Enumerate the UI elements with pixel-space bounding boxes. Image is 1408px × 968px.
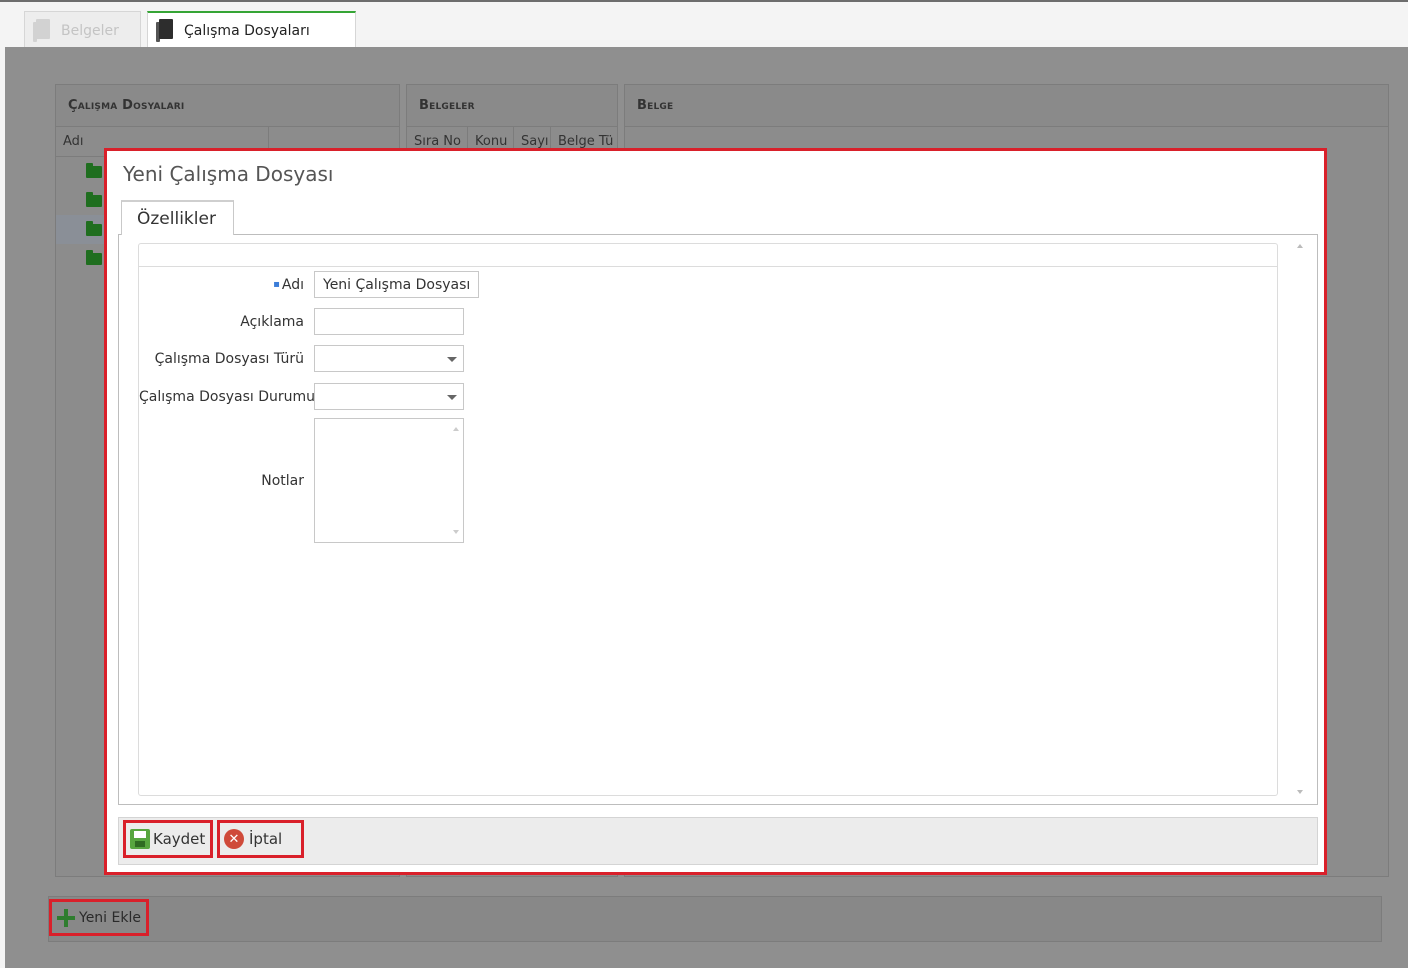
tab-belgeler[interactable]: Belgeler (24, 11, 141, 49)
panel-title: Çalışma Dosyaları (56, 85, 399, 127)
scroll-up-icon (453, 427, 459, 431)
type-select[interactable] (314, 345, 464, 372)
required-marker-icon: ▪ (273, 279, 280, 290)
scroll-down-icon[interactable] (1297, 790, 1303, 794)
description-input[interactable] (314, 308, 464, 335)
folder-icon (86, 249, 102, 265)
type-row: Çalışma Dosyası Türü (139, 345, 464, 372)
book-icon (156, 19, 174, 43)
plus-icon (57, 908, 75, 927)
chevron-down-icon (447, 395, 457, 400)
scroll-down-icon (453, 530, 459, 534)
new-work-file-dialog: Yeni Çalışma Dosyası Özellikler ▪ Adı Yen… (104, 148, 1327, 875)
folder-icon (86, 162, 102, 178)
add-new-button[interactable]: Yeni Ekle (49, 899, 149, 936)
name-label: ▪ Adı (273, 276, 304, 293)
status-select[interactable] (314, 383, 464, 410)
scroll-up-icon[interactable] (1297, 244, 1303, 248)
cancel-x-icon: ✕ (224, 829, 244, 849)
tab-calisma-dosyalari[interactable]: Çalışma Dosyaları (147, 11, 356, 49)
status-row: Çalışma Dosyası Durumu (139, 383, 464, 410)
description-row: Açıklama (139, 308, 464, 335)
book-icon (33, 18, 51, 43)
bottom-toolbar (48, 896, 1382, 942)
tab-content: ▪ Adı Yeni Çalışma Dosyası Açıklama Çalış… (118, 234, 1318, 805)
type-label: Çalışma Dosyası Türü (154, 350, 304, 367)
notes-textarea[interactable] (314, 418, 464, 543)
save-button[interactable]: Kaydet (123, 820, 213, 858)
top-tab-strip: Belgeler Çalışma Dosyaları (0, 0, 1408, 49)
status-label: Çalışma Dosyası Durumu (139, 388, 316, 405)
add-new-label: Yeni Ekle (79, 909, 141, 926)
form-container: ▪ Adı Yeni Çalışma Dosyası Açıklama Çalış… (138, 243, 1278, 796)
panel-title: Belge (625, 85, 1388, 127)
tab-label: Çalışma Dosyaları (184, 23, 310, 39)
dialog-footer: Kaydet ✕ İptal (118, 817, 1318, 865)
name-input[interactable]: Yeni Çalışma Dosyası (314, 271, 480, 298)
cancel-label: İptal (249, 830, 283, 848)
form-header-strip (139, 244, 1277, 267)
tab-label: Belgeler (61, 22, 119, 39)
tab-properties[interactable]: Özellikler (121, 200, 234, 235)
chevron-down-icon (447, 357, 457, 362)
dialog-title: Yeni Çalışma Dosyası (123, 162, 334, 186)
notes-label: Notlar (261, 472, 304, 489)
save-label: Kaydet (153, 830, 206, 848)
panel-title: Belgeler (407, 85, 617, 127)
name-row: ▪ Adı Yeni Çalışma Dosyası (139, 271, 480, 298)
save-disk-icon (130, 829, 150, 849)
description-label: Açıklama (240, 313, 304, 330)
cancel-button[interactable]: ✕ İptal (217, 820, 304, 858)
folder-icon (86, 220, 102, 236)
folder-icon (86, 191, 102, 207)
notes-row: Notlar (139, 418, 464, 543)
